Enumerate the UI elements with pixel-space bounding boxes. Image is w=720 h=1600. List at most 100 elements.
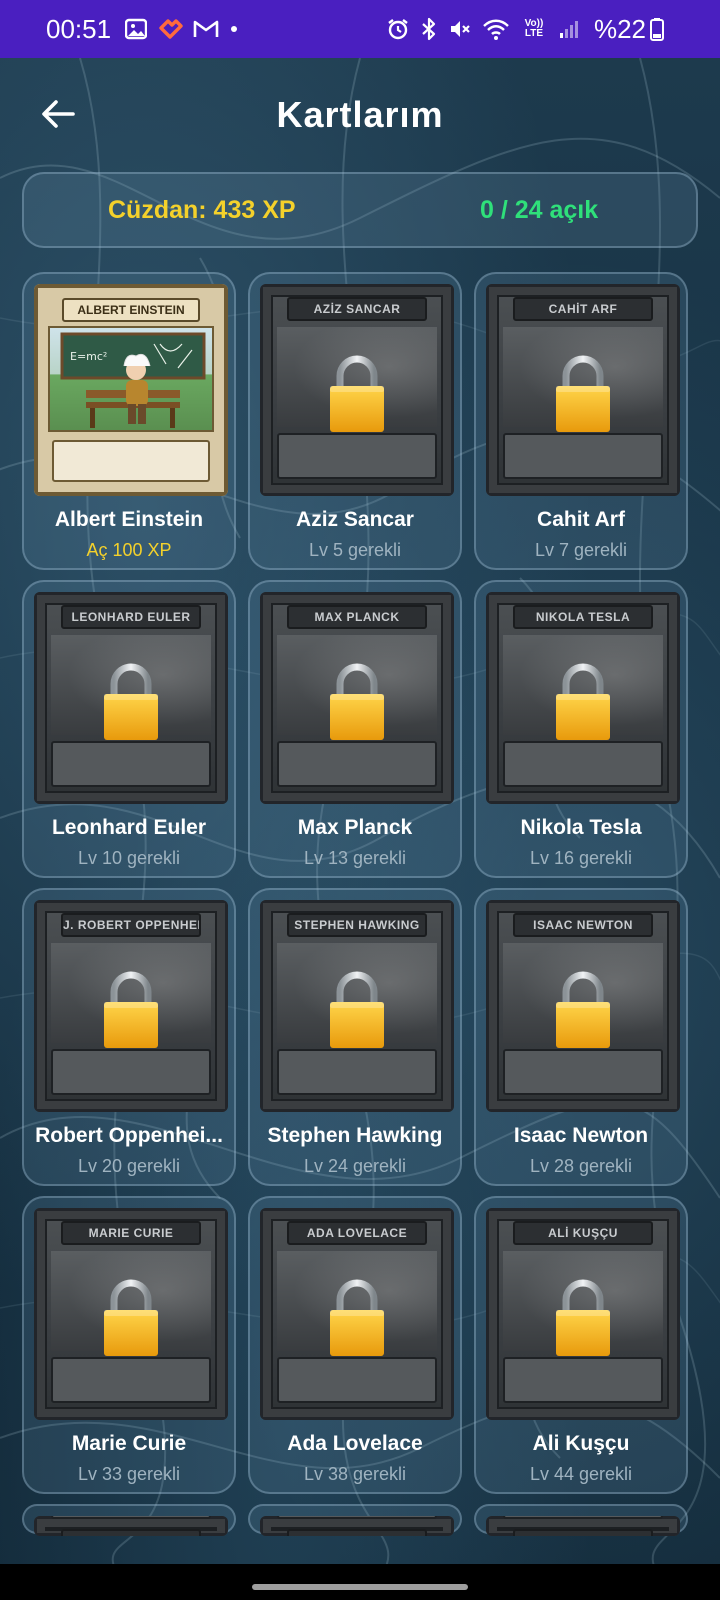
volte-icon: Vo)) LTE <box>520 19 548 39</box>
padlock-icon <box>330 971 384 1048</box>
card-portrait: J. ROBERT OPPENHEIMER <box>34 900 228 1112</box>
card-level-requirement: Lv 13 gerekli <box>303 848 407 868</box>
card-level-requirement: Lv 33 gerekli <box>77 1464 181 1484</box>
bluetooth-icon <box>420 17 438 41</box>
card-plate: ALBERT EINSTEIN <box>62 298 200 322</box>
card-portrait: AZİZ SANCAR <box>260 284 454 496</box>
card-namebox <box>503 1049 663 1095</box>
card-plate: ADA LOVELACE <box>287 1221 427 1245</box>
card-portrait: HYPATIA OF ALEXANDRIA <box>34 1516 228 1536</box>
padlock-icon <box>330 663 384 740</box>
status-time: 00:51 <box>46 13 112 44</box>
einstein-scene: E=mc² <box>48 326 214 432</box>
card-namebox <box>277 1357 437 1403</box>
padlock-icon <box>556 971 610 1048</box>
padlock-icon <box>330 355 384 432</box>
formula-text: E=mc² <box>70 350 107 363</box>
heart-app-icon <box>157 18 183 40</box>
card-plate: EMMY NOETHER <box>513 1529 653 1536</box>
battery-icon <box>650 17 664 41</box>
card-name: Aziz Sancar <box>296 508 414 531</box>
wallet-bar: Cüzdan: 433 XP 0 / 24 açık <box>22 172 698 248</box>
card-name: Robert Oppenhei... <box>35 1124 223 1147</box>
card-portrait: ISAAC NEWTON <box>486 900 680 1112</box>
padlock-icon <box>330 1279 384 1356</box>
card-cahi-t-arf[interactable]: CAHİT ARF Cahit Arf Lv 7 gerekli <box>474 272 688 570</box>
card-name: Nikola Tesla <box>520 816 642 839</box>
card-max-planck[interactable]: MAX PLANCK Max Planck Lv 13 gerekli <box>248 580 462 878</box>
card-plate: MARIE CURIE <box>61 1221 201 1245</box>
card-portrait: ALİ KUŞÇU <box>486 1208 680 1420</box>
card-portrait: ADA LOVELACE <box>260 1208 454 1420</box>
card-plate: HYPATIA OF ALEXANDRIA <box>61 1529 201 1536</box>
card-level-requirement: Lv 20 gerekli <box>77 1156 181 1176</box>
card-albert-einstein[interactable]: ALBERT EINSTEIN E=mc² Albert Einstein Aç 10… <box>22 272 236 570</box>
card-stephen-hawking[interactable]: STEPHEN HAWKING Stephen Hawking Lv 24 gere… <box>248 888 462 1186</box>
card-level-requirement: Lv 5 gerekli <box>308 540 402 560</box>
card-name: Ada Lovelace <box>287 1432 423 1455</box>
card-plate: LEONHARD EULER <box>61 605 201 629</box>
card-level-requirement: Lv 24 gerekli <box>303 1156 407 1176</box>
card-marie-curie[interactable]: MARIE CURIE Marie Curie Lv 33 gerekli <box>22 1196 236 1494</box>
card-isaac-newton[interactable]: ISAAC NEWTON Isaac Newton Lv 28 gerekli <box>474 888 688 1186</box>
card-namebox <box>277 1516 437 1519</box>
navigation-bar <box>0 1564 720 1600</box>
wallet-xp: Cüzdan: 433 XP <box>108 195 296 224</box>
card-name: Max Planck <box>297 816 413 839</box>
card-namebox <box>503 1516 663 1519</box>
card-portrait: LEONHARD EULER <box>34 592 228 804</box>
card-namebox <box>503 1357 663 1403</box>
card-plate: ALİ KUŞÇU <box>513 1221 653 1245</box>
card-name: Cahit Arf <box>537 508 625 531</box>
card-frame: EMMY NOETHER <box>486 1516 680 1536</box>
card-level-requirement: Lv 38 gerekli <box>303 1464 407 1484</box>
gmail-icon <box>193 19 219 39</box>
padlock-icon <box>104 971 158 1048</box>
alarm-icon <box>386 17 410 41</box>
card-plate: J. ROBERT OPPENHEIMER <box>61 913 201 937</box>
padlock-icon <box>556 1279 610 1356</box>
card-ada-lovelace[interactable]: ADA LOVELACE Ada Lovelace Lv 38 gerekli <box>248 1196 462 1494</box>
card-level-requirement: Lv 28 gerekli <box>529 1156 633 1176</box>
card-namebox <box>277 741 437 787</box>
card-name: Isaac Newton <box>513 1124 649 1147</box>
card-level-requirement: Lv 10 gerekli <box>77 848 181 868</box>
card-portrait: AL-BIRUNI <box>260 1516 454 1536</box>
card-nikola-tesla[interactable]: NIKOLA TESLA Nikola Tesla Lv 16 gerekli <box>474 580 688 878</box>
signal-icon <box>558 18 580 40</box>
card-plate: NIKOLA TESLA <box>513 605 653 629</box>
volte-label: Vo)) LTE <box>524 18 544 39</box>
card-plate: MAX PLANCK <box>287 605 427 629</box>
card-namebox <box>277 1049 437 1095</box>
page-title: Kartlarım <box>276 94 444 135</box>
card-frame: HYPATIA OF ALEXANDRIA <box>34 1516 228 1536</box>
card-leonhard-euler[interactable]: LEONHARD EULER Leonhard Euler Lv 10 gerekl… <box>22 580 236 878</box>
card-azi-z-sancar[interactable]: AZİZ SANCAR Aziz Sancar Lv 5 gerekli <box>248 272 462 570</box>
card-name: Stephen Hawking <box>267 1124 443 1147</box>
card-namebox <box>51 1049 211 1095</box>
card-name: Marie Curie <box>71 1432 187 1455</box>
card-level-requirement: Lv 44 gerekli <box>529 1464 633 1484</box>
card-al-biruni[interactable]: AL-BIRUNI <box>248 1504 462 1536</box>
card-portrait: MAX PLANCK <box>260 592 454 804</box>
dot-icon <box>229 24 239 34</box>
card-j-robert-oppenheimer[interactable]: J. ROBERT OPPENHEIMER Robert Oppenhei... L… <box>22 888 236 1186</box>
card-ali-ku-u[interactable]: ALİ KUŞÇU Ali Kuşçu Lv 44 gerekli <box>474 1196 688 1494</box>
card-hypatia-of-alexandria[interactable]: HYPATIA OF ALEXANDRIA <box>22 1504 236 1536</box>
mute-icon <box>448 17 472 41</box>
card-namebox <box>51 741 211 787</box>
status-bar: 00:51 Vo)) LTE %22 <box>0 0 720 58</box>
card-name: Leonhard Euler <box>51 816 207 839</box>
card-plate: STEPHEN HAWKING <box>287 913 427 937</box>
card-unlock-cost: Aç 100 XP <box>86 540 172 560</box>
card-plate: CAHİT ARF <box>513 297 653 321</box>
card-namebox <box>503 741 663 787</box>
card-plate: AL-BIRUNI <box>287 1529 427 1536</box>
wifi-icon <box>482 17 510 41</box>
card-plate: ISAAC NEWTON <box>513 913 653 937</box>
card-emmy-noether[interactable]: EMMY NOETHER <box>474 1504 688 1536</box>
card-namebox <box>503 433 663 479</box>
card-frame: AL-BIRUNI <box>260 1516 454 1536</box>
home-handle[interactable] <box>252 1584 468 1590</box>
card-portrait: CAHİT ARF <box>486 284 680 496</box>
